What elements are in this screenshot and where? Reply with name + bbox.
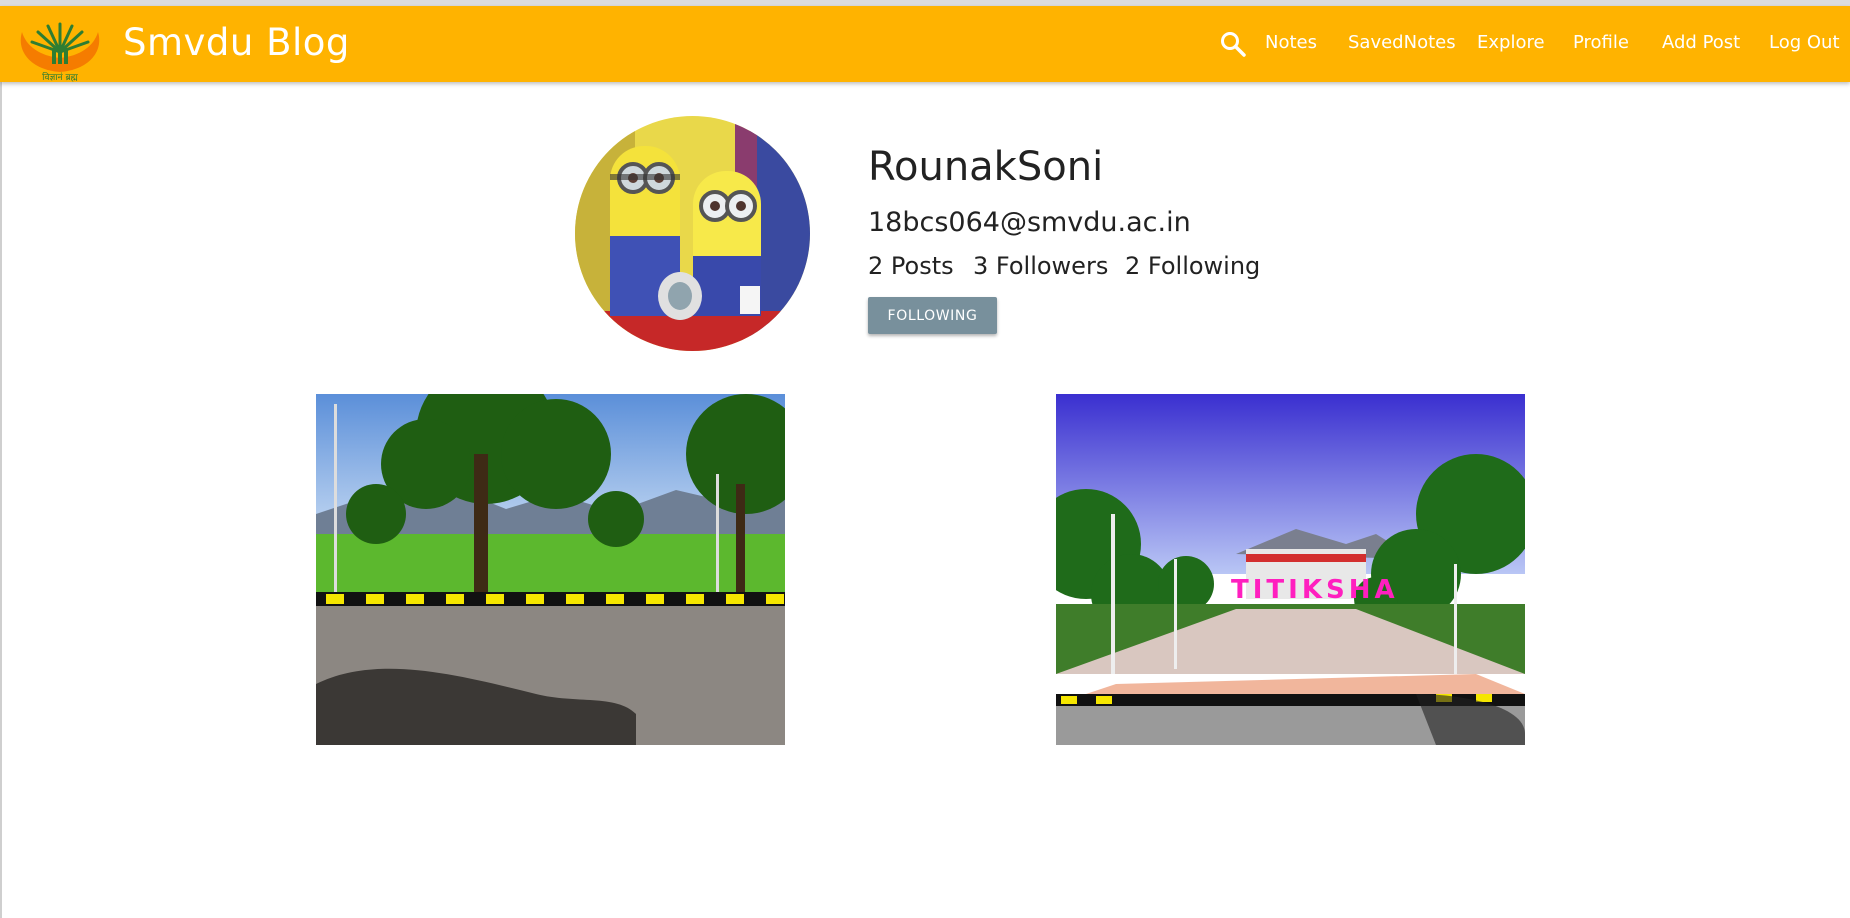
following-button[interactable]: FOLLOWING xyxy=(868,297,997,334)
nav-profile[interactable]: Profile xyxy=(1573,31,1629,55)
brand-title[interactable]: Smvdu Blog xyxy=(123,21,350,65)
navbar: विज्ञानं ब्रह्म Smvdu Blog Notes SavedNo… xyxy=(0,6,1850,82)
search-icon[interactable] xyxy=(1218,29,1248,59)
nav-explore[interactable]: Explore xyxy=(1477,31,1545,55)
profile-avatar xyxy=(575,116,810,351)
titiksha-sign-text: TITIKSHA xyxy=(1231,575,1399,605)
window-left-edge xyxy=(0,6,2,918)
post-thumbnail-2[interactable]: TITIKSHA xyxy=(1056,394,1525,745)
nav-notes[interactable]: Notes xyxy=(1265,31,1317,55)
following-count[interactable]: 2 Following xyxy=(1125,250,1260,282)
nav-add-post[interactable]: Add Post xyxy=(1662,31,1740,55)
logo-caption: विज्ञानं ब्रह्म xyxy=(42,71,78,82)
profile-name: RounakSoni xyxy=(868,144,1104,190)
post-thumbnail-1[interactable] xyxy=(316,394,785,745)
posts-count: 2 Posts xyxy=(868,252,954,280)
nav-saved-notes[interactable]: SavedNotes xyxy=(1348,31,1456,55)
nav-log-out[interactable]: Log Out xyxy=(1769,31,1840,55)
smvdu-logo[interactable]: विज्ञानं ब्रह्म xyxy=(12,12,108,82)
profile-email: 18bcs064@smvdu.ac.in xyxy=(868,207,1191,238)
followers-count[interactable]: 3 Followers xyxy=(973,250,1108,282)
